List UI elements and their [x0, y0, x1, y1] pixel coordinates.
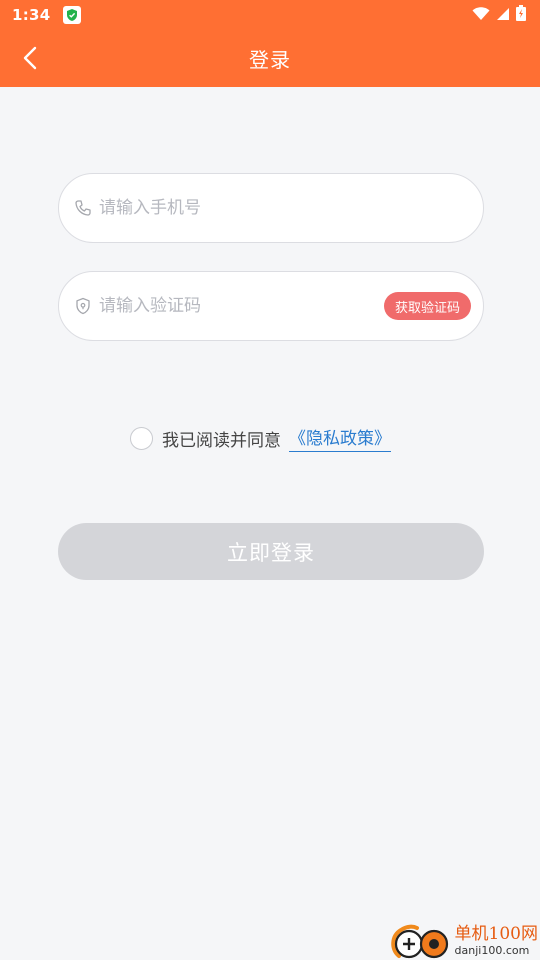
- agreement-text: 我已阅读并同意: [162, 430, 281, 451]
- watermark-text: 单机100网 danji100.com: [455, 924, 538, 958]
- shield-app-icon: [62, 6, 81, 24]
- nav-bar: 登录: [0, 30, 540, 87]
- chevron-left-icon: [23, 46, 37, 70]
- status-time: 1:34: [12, 6, 51, 24]
- signal-icon: [496, 6, 510, 25]
- agree-checkbox[interactable]: [130, 426, 153, 450]
- watermark: 单机100网 danji100.com: [389, 916, 538, 960]
- phone-icon: [73, 198, 93, 218]
- get-code-button[interactable]: 获取验证码: [383, 292, 471, 320]
- agreement-row: 我已阅读并同意 《隐私政策》: [130, 423, 391, 453]
- login-button[interactable]: 立即登录: [58, 523, 484, 580]
- back-button[interactable]: [12, 40, 48, 76]
- status-left: 1:34: [12, 6, 81, 24]
- watermark-url: danji100.com: [454, 944, 530, 957]
- phone-field: [58, 173, 484, 243]
- status-bar: 1:34: [0, 0, 540, 30]
- privacy-policy-link[interactable]: 《隐私政策》: [289, 424, 391, 452]
- battery-icon: [516, 5, 526, 25]
- phone-input[interactable]: [99, 188, 471, 228]
- code-field: 获取验证码: [58, 271, 484, 341]
- page-title: 登录: [249, 48, 291, 72]
- watermark-logo-icon: [389, 920, 451, 960]
- wifi-icon: [472, 6, 490, 25]
- status-right: [472, 5, 526, 25]
- watermark-name: 单机100网: [454, 924, 538, 944]
- shield-icon: [73, 296, 93, 316]
- code-input[interactable]: [99, 286, 384, 326]
- app-header: 1:34 登录: [0, 0, 540, 87]
